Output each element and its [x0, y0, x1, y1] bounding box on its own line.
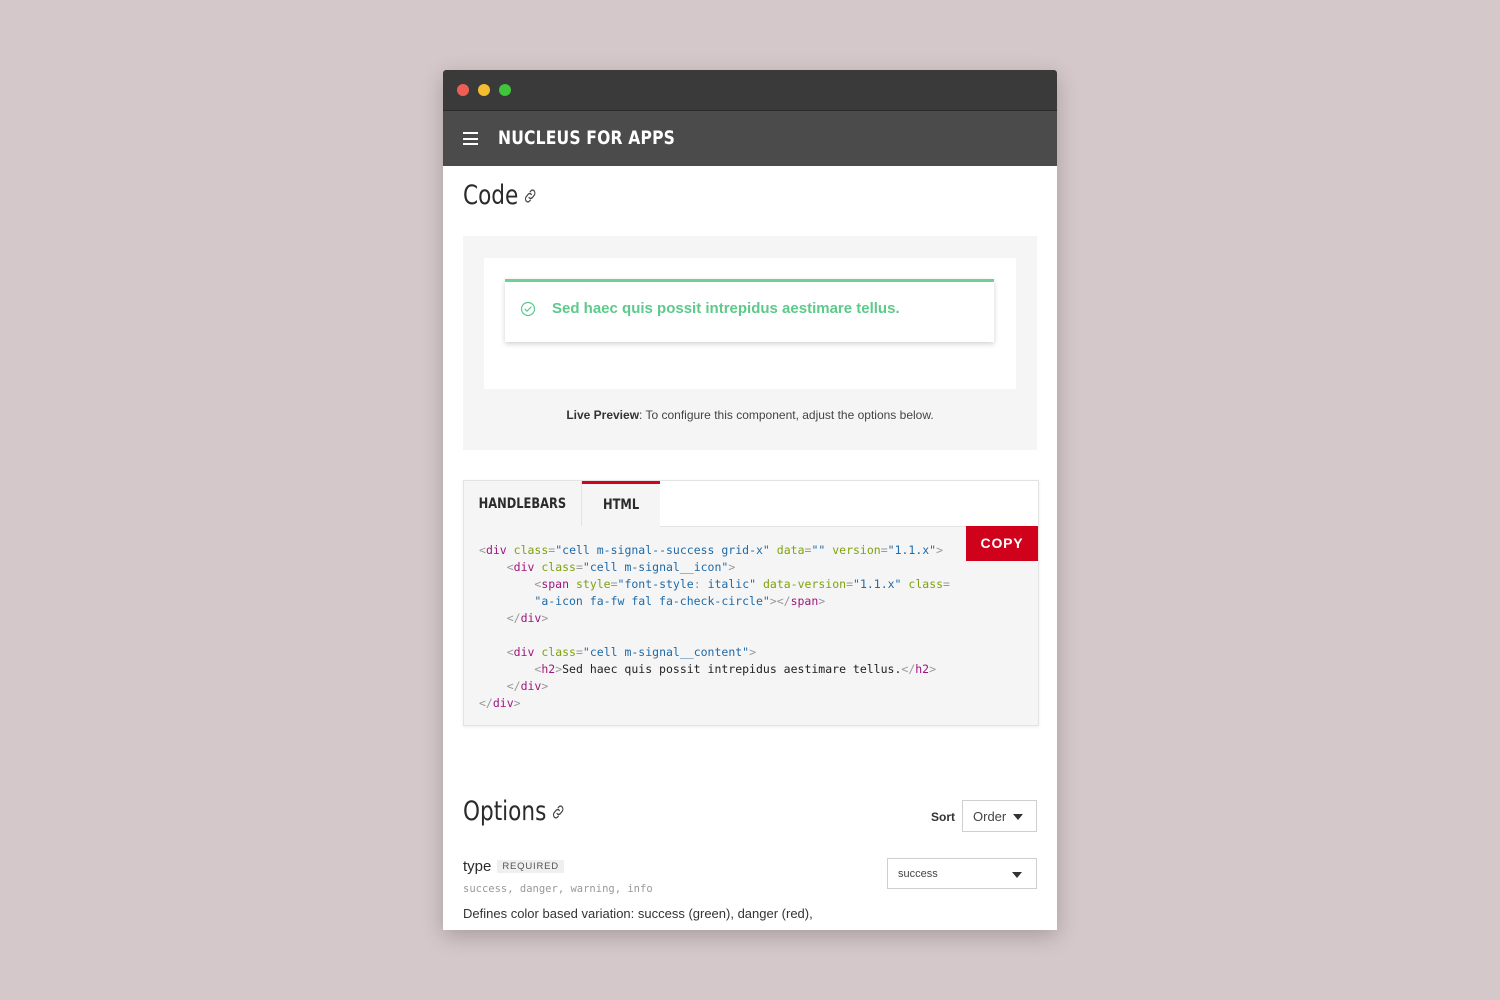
live-preview-caption: Live Preview: To configure this componen…: [463, 408, 1037, 422]
sort-select-value: Order: [973, 809, 1007, 824]
close-window-button[interactable]: [457, 84, 469, 96]
check-circle-icon: [520, 301, 536, 322]
code-section-heading: Code: [463, 180, 538, 212]
caret-down-icon: [1013, 814, 1023, 820]
code-panel: HANDLEBARS HTML COPY <div class="cell m-…: [463, 480, 1039, 726]
maximize-window-button[interactable]: [499, 84, 511, 96]
tab-handlebars[interactable]: HANDLEBARS: [464, 481, 582, 526]
tabs-spacer: [660, 481, 1038, 527]
minimize-window-button[interactable]: [478, 84, 490, 96]
live-preview-text: : To configure this component, adjust th…: [639, 408, 934, 422]
option-type-row: type REQUIRED: [463, 858, 564, 875]
type-select[interactable]: success: [887, 858, 1037, 889]
code-block: <div class="cell m-signal--success grid-…: [479, 543, 950, 710]
tab-html[interactable]: HTML: [582, 481, 660, 526]
options-section-heading: Options: [463, 796, 566, 828]
type-select-value: success: [898, 868, 938, 880]
option-allowed-values: success, danger, warning, info: [463, 883, 653, 895]
app-title: NUCLEUS FOR APPS: [498, 127, 676, 149]
options-heading-text: Options: [463, 796, 547, 827]
live-preview-label: Live Preview: [566, 408, 640, 422]
success-signal: Sed haec quis possit intrepidus aestimar…: [505, 279, 994, 342]
window-titlebar: [443, 70, 1057, 111]
copy-button[interactable]: COPY: [966, 526, 1038, 561]
option-name: type: [463, 858, 492, 875]
caret-down-icon: [1012, 872, 1022, 878]
live-preview-area: Sed haec quis possit intrepidus aestimar…: [463, 236, 1037, 450]
required-badge: REQUIRED: [497, 860, 564, 873]
hamburger-icon[interactable]: [463, 132, 478, 145]
main-content: Code Sed haec quis possit intrepidus aes…: [443, 166, 1057, 930]
app-header: NUCLEUS FOR APPS: [443, 111, 1057, 166]
link-icon[interactable]: [551, 797, 565, 828]
signal-message: Sed haec quis possit intrepidus aestimar…: [552, 300, 900, 317]
link-icon[interactable]: [523, 181, 537, 212]
code-heading-text: Code: [463, 180, 519, 211]
browser-window: NUCLEUS FOR APPS Code Sed haec quis poss…: [443, 70, 1057, 930]
sort-select[interactable]: Order: [962, 800, 1037, 832]
sort-label: Sort: [931, 810, 955, 824]
option-description: Defines color based variation: success (…: [463, 906, 813, 921]
preview-card: Sed haec quis possit intrepidus aestimar…: [484, 258, 1016, 389]
code-tabs: HANDLEBARS HTML: [464, 481, 1038, 527]
